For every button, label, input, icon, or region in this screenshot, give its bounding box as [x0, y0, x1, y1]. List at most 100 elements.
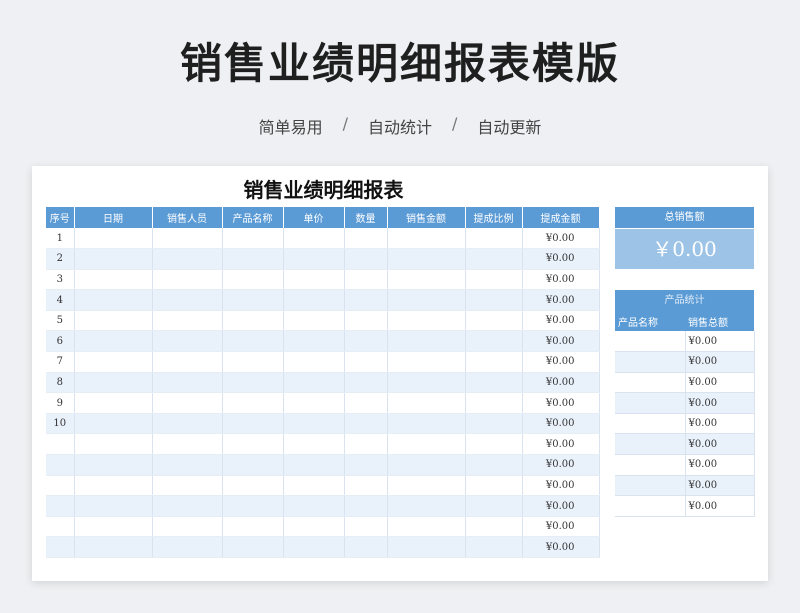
commission-amount-cell[interactable]: ¥0.00: [522, 454, 600, 476]
table-cell[interactable]: [152, 392, 223, 414]
table-cell[interactable]: [387, 372, 466, 394]
table-cell[interactable]: [465, 454, 523, 476]
table-cell[interactable]: [74, 310, 153, 332]
table-cell[interactable]: [152, 330, 223, 353]
table-cell[interactable]: [465, 372, 523, 394]
product-sales-cell[interactable]: ¥0.00: [685, 372, 755, 394]
table-cell[interactable]: [344, 372, 388, 394]
table-cell[interactable]: [387, 228, 466, 250]
commission-amount-cell[interactable]: ¥0.00: [522, 351, 600, 373]
table-cell[interactable]: [222, 372, 284, 394]
product-sales-cell[interactable]: ¥0.00: [685, 454, 755, 476]
table-cell[interactable]: [283, 289, 345, 311]
product-name-cell[interactable]: [615, 495, 686, 517]
table-cell[interactable]: [387, 413, 466, 435]
table-cell[interactable]: [344, 495, 388, 517]
table-cell[interactable]: [222, 495, 284, 517]
table-cell[interactable]: [387, 392, 466, 414]
product-name-cell[interactable]: [615, 392, 686, 414]
table-cell[interactable]: [283, 516, 345, 538]
product-sales-cell[interactable]: ¥0.00: [685, 495, 755, 517]
row-index-cell[interactable]: [46, 475, 75, 497]
table-cell[interactable]: [344, 248, 388, 270]
table-cell[interactable]: [152, 269, 223, 291]
table-cell[interactable]: [222, 536, 284, 558]
table-cell[interactable]: [465, 228, 523, 250]
table-cell[interactable]: [387, 310, 466, 332]
row-index-cell[interactable]: [46, 454, 75, 476]
commission-amount-cell[interactable]: ¥0.00: [522, 392, 600, 414]
col-header-salesperson[interactable]: 销售人员: [152, 207, 223, 228]
product-name-cell[interactable]: [615, 331, 686, 353]
table-cell[interactable]: [387, 475, 466, 497]
product-name-cell[interactable]: [615, 433, 686, 456]
table-cell[interactable]: [74, 330, 153, 353]
table-cell[interactable]: [222, 413, 284, 435]
table-cell[interactable]: [222, 516, 284, 538]
table-cell[interactable]: [283, 413, 345, 435]
table-cell[interactable]: [465, 433, 523, 456]
row-index-cell[interactable]: 10: [46, 413, 75, 435]
table-cell[interactable]: [74, 372, 153, 394]
table-cell[interactable]: [465, 351, 523, 373]
table-cell[interactable]: [74, 454, 153, 476]
table-cell[interactable]: [152, 475, 223, 497]
commission-amount-cell[interactable]: ¥0.00: [522, 475, 600, 497]
table-cell[interactable]: [283, 475, 345, 497]
product-name-cell[interactable]: [615, 454, 686, 476]
col-header-product-name[interactable]: 产品名称: [615, 311, 685, 331]
commission-amount-cell[interactable]: ¥0.00: [522, 269, 600, 291]
row-index-cell[interactable]: [46, 433, 75, 456]
table-cell[interactable]: [465, 330, 523, 353]
table-cell[interactable]: [387, 454, 466, 476]
table-cell[interactable]: [74, 495, 153, 517]
table-cell[interactable]: [74, 516, 153, 538]
product-sales-cell[interactable]: ¥0.00: [685, 475, 755, 497]
table-cell[interactable]: [74, 289, 153, 311]
commission-amount-cell[interactable]: ¥0.00: [522, 330, 600, 353]
table-cell[interactable]: [465, 536, 523, 558]
product-name-cell[interactable]: [615, 351, 686, 373]
table-cell[interactable]: [387, 495, 466, 517]
commission-amount-cell[interactable]: ¥0.00: [522, 228, 600, 250]
table-cell[interactable]: [283, 248, 345, 270]
row-index-cell[interactable]: 4: [46, 289, 75, 311]
product-sales-cell[interactable]: ¥0.00: [685, 351, 755, 373]
table-cell[interactable]: [465, 475, 523, 497]
table-cell[interactable]: [283, 310, 345, 332]
table-cell[interactable]: [222, 475, 284, 497]
table-cell[interactable]: [283, 330, 345, 353]
table-cell[interactable]: [344, 289, 388, 311]
row-index-cell[interactable]: 6: [46, 330, 75, 353]
table-cell[interactable]: [283, 269, 345, 291]
table-cell[interactable]: [283, 228, 345, 250]
table-cell[interactable]: [74, 413, 153, 435]
table-cell[interactable]: [152, 413, 223, 435]
row-index-cell[interactable]: [46, 536, 75, 558]
commission-amount-cell[interactable]: ¥0.00: [522, 289, 600, 311]
table-cell[interactable]: [465, 516, 523, 538]
table-cell[interactable]: [152, 495, 223, 517]
table-cell[interactable]: [74, 536, 153, 558]
table-cell[interactable]: [74, 392, 153, 414]
row-index-cell[interactable]: 5: [46, 310, 75, 332]
product-name-cell[interactable]: [615, 372, 686, 394]
table-cell[interactable]: [283, 351, 345, 373]
table-cell[interactable]: [222, 330, 284, 353]
product-sales-cell[interactable]: ¥0.00: [685, 413, 755, 435]
row-index-cell[interactable]: 2: [46, 248, 75, 270]
table-cell[interactable]: [387, 433, 466, 456]
table-cell[interactable]: [387, 516, 466, 538]
table-cell[interactable]: [222, 392, 284, 414]
product-name-cell[interactable]: [615, 475, 686, 497]
table-cell[interactable]: [344, 330, 388, 353]
col-header-unit-price[interactable]: 单价: [283, 207, 345, 228]
table-cell[interactable]: [387, 536, 466, 558]
commission-amount-cell[interactable]: ¥0.00: [522, 516, 600, 538]
product-sales-cell[interactable]: ¥0.00: [685, 331, 755, 353]
table-cell[interactable]: [152, 351, 223, 373]
table-cell[interactable]: [222, 289, 284, 311]
table-cell[interactable]: [283, 454, 345, 476]
table-cell[interactable]: [152, 310, 223, 332]
commission-amount-cell[interactable]: ¥0.00: [522, 433, 600, 456]
